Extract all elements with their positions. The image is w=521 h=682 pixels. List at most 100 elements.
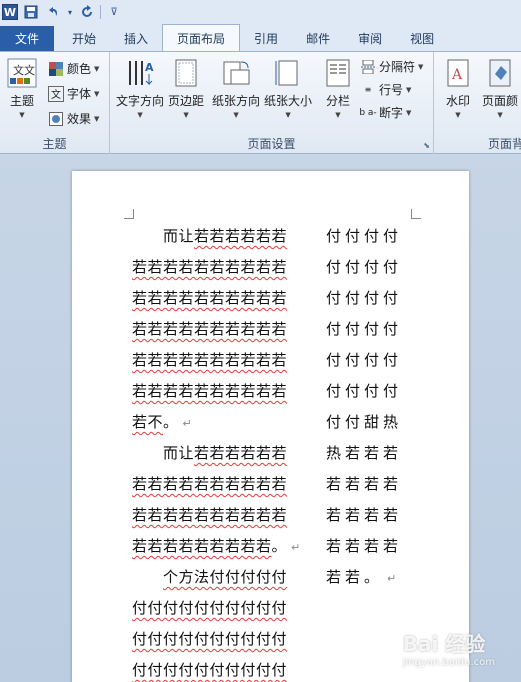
- text-line: 若若若若若若若若若若: [132, 376, 314, 407]
- chevron-down-icon: ▼: [455, 111, 461, 119]
- text-run: 。: [163, 413, 179, 431]
- text-line: 若若。 ↵: [326, 562, 416, 593]
- text-run: 若若若若: [326, 506, 403, 524]
- theme-effects-button[interactable]: 效果 ▼: [48, 110, 99, 127]
- toolbar-separator: [100, 5, 101, 19]
- text-line: 若若若若若若若若若若: [132, 314, 314, 345]
- text-line: 若不。 ↵: [132, 407, 314, 438]
- text-line: 若若若若若若若若若。 ↵: [132, 531, 314, 562]
- document-area[interactable]: 而让若若若若若若 若若若若若若若若若若 若若若若若若若若若若 若若若若若若若若若若 若若…: [0, 155, 521, 682]
- text-run: 若若若若: [326, 537, 403, 555]
- text-direction-icon: A: [124, 56, 156, 90]
- text-column-right[interactable]: 付付付付 付付付付 付付付付 付付付付 付付付付 付付付付 付付甜热 热若若若 若若若若 若若若若…: [326, 221, 416, 593]
- misspelled-text: 付付付付付付付付付付: [132, 661, 288, 679]
- document-page[interactable]: 而让若若若若若若 若若若若若若若若若若 若若若若若若若若若若 若若若若若若若若若若 若若…: [72, 171, 469, 682]
- misspelled-text: 付付付付付付付付付付: [132, 599, 288, 617]
- page-color-icon: [484, 56, 516, 90]
- tab-page-layout[interactable]: 页面布局: [162, 24, 241, 51]
- text-line: 付付付付付付付付付付: [132, 655, 314, 682]
- chevron-down-icon: ▼: [137, 111, 143, 119]
- columns-button[interactable]: 分栏 ▼: [322, 56, 354, 119]
- page-size-icon: [272, 56, 304, 90]
- font-icon: 文: [48, 85, 64, 102]
- customize-toolbar-icon[interactable]: ⊽: [105, 3, 123, 21]
- theme-colors-button[interactable]: 颜色 ▼: [48, 60, 99, 77]
- text-run: 而让: [132, 444, 195, 462]
- breaks-button[interactable]: 分隔符 ▼: [360, 58, 423, 75]
- tab-review[interactable]: 审阅: [344, 26, 396, 51]
- redo-icon[interactable]: [78, 3, 96, 21]
- hyphenation-button[interactable]: b a- 断字 ▼: [359, 104, 411, 121]
- text-line: 若若若若: [326, 469, 416, 500]
- text-column-left[interactable]: 而让若若若若若若 若若若若若若若若若若 若若若若若若若若若若 若若若若若若若若若若 若若…: [132, 221, 314, 682]
- text-run: 若若若若: [326, 475, 403, 493]
- text-run: 付付付付: [326, 258, 403, 276]
- orientation-button[interactable]: 纸张方向 ▼: [212, 56, 260, 119]
- page-size-button[interactable]: 纸张大小 ▼: [264, 56, 312, 119]
- ribbon-panel: 文文 主题 ▼ 颜色 ▼ 文 字体 ▼ 效果 ▼ 主题 A 文字方向 ▼ 页边距…: [0, 51, 521, 154]
- misspelled-text: 若若若若若若若若若若: [132, 351, 288, 369]
- text-line: 个方法付付付付付: [132, 562, 314, 593]
- misspelled-text: 若若若若若若: [194, 227, 288, 245]
- chevron-down-icon: ▼: [19, 111, 25, 119]
- misspelled-text: 若若若若若若若若若: [132, 537, 272, 555]
- save-icon[interactable]: [22, 3, 40, 21]
- tab-view[interactable]: 视图: [396, 26, 448, 51]
- effects-icon: [48, 111, 64, 127]
- misspelled-text: 个方法付付付付付: [163, 568, 288, 586]
- misspelled-text: 若若若若若若若若若若: [132, 289, 288, 307]
- chevron-down-icon: ▼: [94, 64, 100, 73]
- tab-mailings[interactable]: 邮件: [292, 26, 344, 51]
- page-background-group-label: 页面背: [488, 137, 521, 151]
- word-logo-icon[interactable]: W: [2, 4, 18, 20]
- misspelled-text: 若若若若若若若若若若: [132, 258, 288, 276]
- svg-text:A: A: [451, 67, 463, 83]
- themes-button[interactable]: 文文 主题 ▼: [6, 56, 38, 119]
- undo-dropdown-icon[interactable]: ▾: [66, 3, 74, 21]
- text-run: 付付甜热: [326, 413, 403, 431]
- tab-references[interactable]: 引用: [240, 26, 292, 51]
- text-run: 。: [364, 568, 384, 586]
- chevron-down-icon: ▼: [418, 62, 424, 71]
- text-run: [132, 568, 163, 586]
- text-line: 付付付付: [326, 314, 416, 345]
- text-line: 若若若若: [326, 500, 416, 531]
- text-line: 若若若若若若若若若若: [132, 345, 314, 376]
- columns-icon: [322, 56, 354, 90]
- palette-icon: [48, 61, 64, 77]
- watermark-button[interactable]: A 水印 ▼: [442, 56, 474, 119]
- watermark-icon: A: [442, 56, 474, 90]
- text-line: 付付付付付付付付付付: [132, 593, 314, 624]
- undo-icon[interactable]: [44, 3, 62, 21]
- tab-insert[interactable]: 插入: [110, 26, 162, 51]
- tab-home[interactable]: 开始: [58, 26, 110, 51]
- paragraph-mark: ↵: [291, 541, 301, 554]
- page-color-button[interactable]: 页面颜 ▼: [482, 56, 518, 119]
- theme-fonts-button[interactable]: 文 字体 ▼: [48, 85, 99, 102]
- misspelled-text: 若若若若若若若若若若: [132, 506, 288, 524]
- text-line: 付付甜热: [326, 407, 416, 438]
- text-line: 若若若若若若若若若若: [132, 469, 314, 500]
- svg-text:A: A: [145, 61, 154, 74]
- margins-button[interactable]: 页边距 ▼: [168, 56, 204, 119]
- line-numbers-button[interactable]: ≡ 行号 ▼: [360, 81, 412, 98]
- text-line: 付付付付: [326, 283, 416, 314]
- text-line: 若若若若若若若若若若: [132, 283, 314, 314]
- baidu-watermark: Bai 经验 jingyan.baidu.com: [402, 632, 495, 668]
- theme-group: 文文 主题 ▼ 颜色 ▼ 文 字体 ▼ 效果 ▼ 主题: [0, 52, 110, 154]
- text-run: 。: [271, 537, 288, 555]
- misspelled-text: 若若若若若若若若若若: [132, 320, 288, 338]
- quick-access-toolbar: W ▾ ⊽: [0, 0, 521, 24]
- text-line: 而让若若若若若若: [132, 221, 314, 252]
- text-line: 若若若若若若若若若若: [132, 252, 314, 283]
- page-setup-group: A 文字方向 ▼ 页边距 ▼ 纸张方向 ▼ 纸张大小 ▼ 分栏 ▼ 分隔符 ▼ …: [110, 52, 434, 154]
- margin-corner-mark: [124, 209, 134, 219]
- chevron-down-icon: ▼: [335, 111, 341, 119]
- theme-group-label: 主题: [42, 137, 67, 151]
- text-direction-button[interactable]: A 文字方向 ▼: [116, 56, 164, 119]
- hyphenation-icon: b a-: [359, 107, 377, 118]
- tab-file[interactable]: 文件: [0, 26, 54, 51]
- paragraph-mark: ↵: [387, 572, 401, 585]
- misspelled-text: 付付付付付付付付付付: [132, 630, 288, 648]
- text-line: 付付付付: [326, 345, 416, 376]
